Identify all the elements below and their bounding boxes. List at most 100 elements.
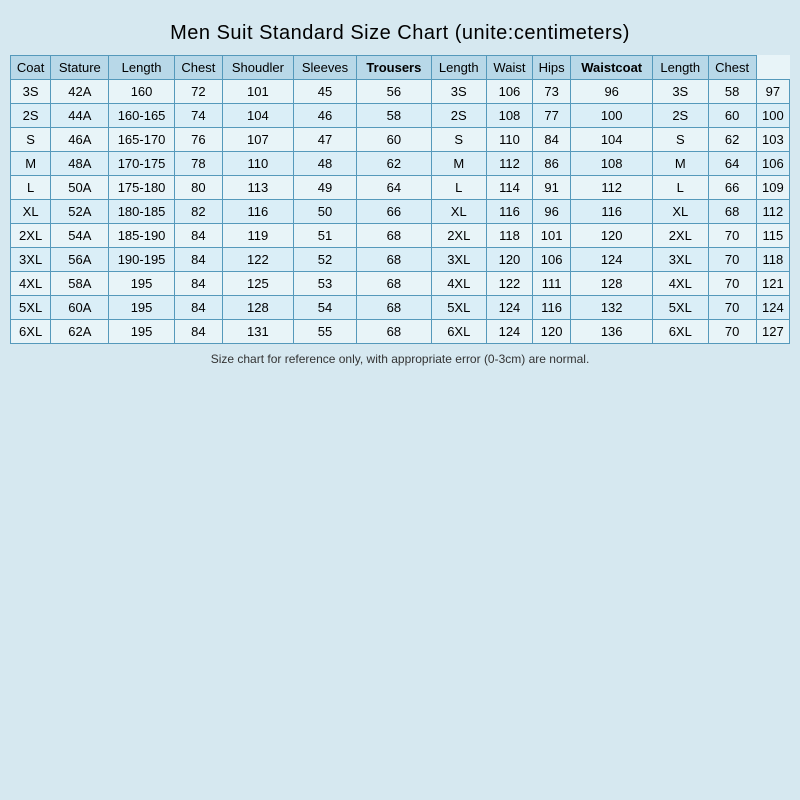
- cell-10-11: 6XL: [653, 320, 708, 344]
- cell-4-6: 64: [357, 176, 431, 200]
- cell-1-2: 160-165: [109, 104, 174, 128]
- cell-8-8: 122: [487, 272, 533, 296]
- cell-9-11: 5XL: [653, 296, 708, 320]
- col-header-3: Chest: [174, 56, 222, 80]
- cell-2-2: 165-170: [109, 128, 174, 152]
- cell-7-9: 106: [532, 248, 570, 272]
- cell-0-9: 73: [532, 80, 570, 104]
- col-header-2: Length: [109, 56, 174, 80]
- cell-4-12: 66: [708, 176, 756, 200]
- cell-1-0: 2S: [11, 104, 51, 128]
- cell-3-8: 112: [487, 152, 533, 176]
- col-header-9: Hips: [532, 56, 570, 80]
- cell-4-1: 50A: [51, 176, 109, 200]
- cell-1-9: 77: [532, 104, 570, 128]
- col-header-7: Length: [431, 56, 486, 80]
- cell-6-3: 84: [174, 224, 222, 248]
- cell-8-9: 111: [532, 272, 570, 296]
- cell-7-10: 124: [571, 248, 653, 272]
- cell-2-5: 47: [293, 128, 357, 152]
- col-header-11: Length: [653, 56, 708, 80]
- cell-9-6: 68: [357, 296, 431, 320]
- cell-9-5: 54: [293, 296, 357, 320]
- cell-3-0: M: [11, 152, 51, 176]
- cell-8-3: 84: [174, 272, 222, 296]
- cell-9-10: 132: [571, 296, 653, 320]
- cell-3-9: 86: [532, 152, 570, 176]
- cell-8-5: 53: [293, 272, 357, 296]
- cell-1-3: 74: [174, 104, 222, 128]
- cell-6-13: 115: [756, 224, 789, 248]
- table-row: S46A165-170761074760S11084104S62103: [11, 128, 790, 152]
- cell-5-2: 180-185: [109, 200, 174, 224]
- cell-5-10: 116: [571, 200, 653, 224]
- col-header-12: Chest: [708, 56, 756, 80]
- cell-5-9: 96: [532, 200, 570, 224]
- cell-5-0: XL: [11, 200, 51, 224]
- cell-1-4: 104: [223, 104, 294, 128]
- cell-0-1: 42A: [51, 80, 109, 104]
- cell-0-3: 72: [174, 80, 222, 104]
- table-row: XL52A180-185821165066XL11696116XL68112: [11, 200, 790, 224]
- cell-4-10: 112: [571, 176, 653, 200]
- cell-9-1: 60A: [51, 296, 109, 320]
- cell-5-6: 66: [357, 200, 431, 224]
- col-header-0: Coat: [11, 56, 51, 80]
- cell-0-0: 3S: [11, 80, 51, 104]
- col-header-4: Shoudler: [223, 56, 294, 80]
- cell-1-6: 58: [357, 104, 431, 128]
- cell-4-8: 114: [487, 176, 533, 200]
- cell-1-5: 46: [293, 104, 357, 128]
- cell-0-10: 96: [571, 80, 653, 104]
- cell-10-5: 55: [293, 320, 357, 344]
- cell-0-11: 3S: [653, 80, 708, 104]
- cell-9-8: 124: [487, 296, 533, 320]
- cell-3-13: 106: [756, 152, 789, 176]
- cell-6-5: 51: [293, 224, 357, 248]
- table-row: 5XL60A1958412854685XL1241161325XL70124: [11, 296, 790, 320]
- cell-0-7: 3S: [431, 80, 486, 104]
- table-row: 6XL62A1958413155686XL1241201366XL70127: [11, 320, 790, 344]
- cell-5-7: XL: [431, 200, 486, 224]
- cell-1-1: 44A: [51, 104, 109, 128]
- cell-10-12: 70: [708, 320, 756, 344]
- cell-0-2: 160: [109, 80, 174, 104]
- cell-9-3: 84: [174, 296, 222, 320]
- cell-6-7: 2XL: [431, 224, 486, 248]
- cell-2-7: S: [431, 128, 486, 152]
- cell-4-3: 80: [174, 176, 222, 200]
- cell-3-3: 78: [174, 152, 222, 176]
- cell-4-4: 113: [223, 176, 294, 200]
- cell-3-1: 48A: [51, 152, 109, 176]
- cell-0-5: 45: [293, 80, 357, 104]
- cell-10-4: 131: [223, 320, 294, 344]
- cell-7-6: 68: [357, 248, 431, 272]
- cell-6-1: 54A: [51, 224, 109, 248]
- cell-8-2: 195: [109, 272, 174, 296]
- col-header-10: Waistcoat: [571, 56, 653, 80]
- cell-2-11: S: [653, 128, 708, 152]
- cell-1-8: 108: [487, 104, 533, 128]
- cell-7-4: 122: [223, 248, 294, 272]
- cell-2-10: 104: [571, 128, 653, 152]
- cell-5-13: 112: [756, 200, 789, 224]
- cell-9-0: 5XL: [11, 296, 51, 320]
- cell-2-1: 46A: [51, 128, 109, 152]
- cell-2-6: 60: [357, 128, 431, 152]
- cell-8-6: 68: [357, 272, 431, 296]
- col-header-6: Trousers: [357, 56, 431, 80]
- cell-7-7: 3XL: [431, 248, 486, 272]
- cell-5-3: 82: [174, 200, 222, 224]
- cell-8-1: 58A: [51, 272, 109, 296]
- cell-6-2: 185-190: [109, 224, 174, 248]
- table-row: 3S42A1607210145563S10673963S5897: [11, 80, 790, 104]
- col-header-8: Waist: [487, 56, 533, 80]
- cell-5-4: 116: [223, 200, 294, 224]
- cell-6-11: 2XL: [653, 224, 708, 248]
- cell-10-2: 195: [109, 320, 174, 344]
- cell-1-10: 100: [571, 104, 653, 128]
- cell-7-8: 120: [487, 248, 533, 272]
- cell-3-6: 62: [357, 152, 431, 176]
- cell-8-7: 4XL: [431, 272, 486, 296]
- cell-3-2: 170-175: [109, 152, 174, 176]
